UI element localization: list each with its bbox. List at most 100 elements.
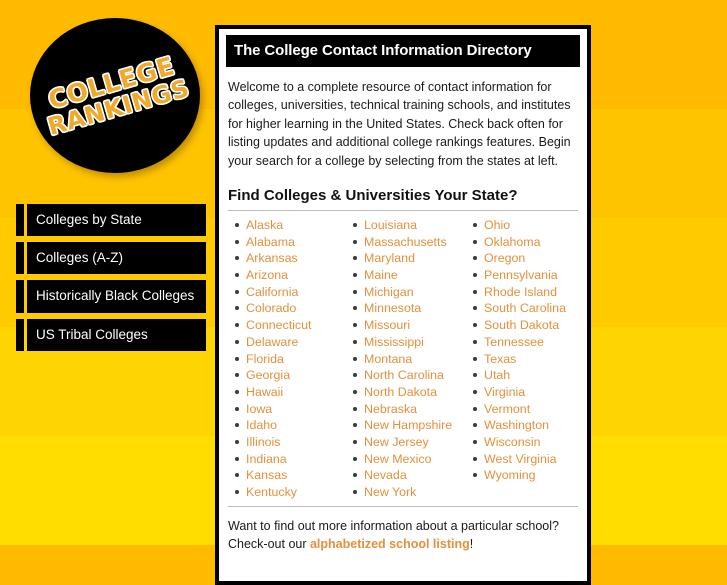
state-link[interactable]: Arizona	[246, 268, 288, 282]
state-list-item[interactable]: Alabama	[235, 234, 344, 250]
state-list-item[interactable]: New York	[353, 484, 464, 500]
state-link[interactable]: Tennessee	[484, 335, 544, 349]
state-list-item[interactable]: New Hampshire	[353, 417, 464, 433]
state-list-item[interactable]: North Carolina	[353, 367, 464, 383]
state-link[interactable]: Missouri	[364, 318, 410, 332]
state-link[interactable]: West Virginia	[484, 452, 557, 466]
state-list-item[interactable]: Texas	[473, 351, 584, 367]
state-link[interactable]: Kentucky	[246, 485, 297, 499]
state-list-item[interactable]: Wisconsin	[473, 434, 584, 450]
state-list-item[interactable]: Pennsylvania	[473, 267, 584, 283]
sidebar-item-colleges-a-z[interactable]: Colleges (A-Z)	[16, 242, 206, 274]
state-list-item[interactable]: Virginia	[473, 384, 584, 400]
state-list-item[interactable]: Idaho	[235, 417, 344, 433]
state-list-item[interactable]: Minnesota	[353, 300, 464, 316]
state-list-item[interactable]: Nebraska	[353, 401, 464, 417]
state-list-item[interactable]: Hawaii	[235, 384, 344, 400]
state-link[interactable]: Idaho	[246, 418, 277, 432]
state-link[interactable]: Iowa	[246, 402, 272, 416]
state-link[interactable]: Arkansas	[246, 251, 298, 265]
state-link[interactable]: New Mexico	[364, 452, 431, 466]
state-link[interactable]: Maryland	[364, 251, 415, 265]
state-link[interactable]: Rhode Island	[484, 285, 557, 299]
state-link[interactable]: Alaska	[246, 218, 283, 232]
state-list-item[interactable]: Iowa	[235, 401, 344, 417]
state-link[interactable]: Florida	[246, 352, 284, 366]
state-link[interactable]: Illinois	[246, 435, 280, 449]
state-list-item[interactable]: Maryland	[353, 250, 464, 266]
state-list-item[interactable]: Wyoming	[473, 467, 584, 483]
state-list-item[interactable]: Michigan	[353, 284, 464, 300]
state-link[interactable]: Mississippi	[364, 335, 424, 349]
state-list-item[interactable]: Oregon	[473, 250, 584, 266]
state-link[interactable]: Washington	[484, 418, 549, 432]
state-link[interactable]: Utah	[484, 368, 510, 382]
state-link[interactable]: Michigan	[364, 285, 414, 299]
state-link[interactable]: Alabama	[246, 235, 295, 249]
state-list-item[interactable]: New Jersey	[353, 434, 464, 450]
state-list-item[interactable]: Kansas	[235, 467, 344, 483]
state-link[interactable]: Nevada	[364, 468, 407, 482]
state-list-item[interactable]: Georgia	[235, 367, 344, 383]
state-list-item[interactable]: Louisiana	[353, 217, 464, 233]
state-link[interactable]: South Dakota	[484, 318, 559, 332]
state-link[interactable]: Texas	[484, 352, 516, 366]
state-link[interactable]: Maine	[364, 268, 398, 282]
sidebar-item-us-tribal-colleges[interactable]: US Tribal Colleges	[16, 319, 206, 351]
state-list-item[interactable]: Washington	[473, 417, 584, 433]
state-list-item[interactable]: Arkansas	[235, 250, 344, 266]
state-link[interactable]: Virginia	[484, 385, 525, 399]
state-link[interactable]: Montana	[364, 352, 412, 366]
state-link[interactable]: Oregon	[484, 251, 525, 265]
state-list-item[interactable]: Nevada	[353, 467, 464, 483]
state-link[interactable]: Colorado	[246, 301, 296, 315]
state-list-item[interactable]: California	[235, 284, 344, 300]
state-link[interactable]: Delaware	[246, 335, 298, 349]
state-link[interactable]: California	[246, 285, 298, 299]
state-list-item[interactable]: Oklahoma	[473, 234, 584, 250]
state-list-item[interactable]: Utah	[473, 367, 584, 383]
state-link[interactable]: New Hampshire	[364, 418, 452, 432]
state-link[interactable]: North Dakota	[364, 385, 437, 399]
state-list-item[interactable]: Mississippi	[353, 334, 464, 350]
state-link[interactable]: New Jersey	[364, 435, 429, 449]
state-link[interactable]: North Carolina	[364, 368, 444, 382]
state-list-item[interactable]: North Dakota	[353, 384, 464, 400]
state-list-item[interactable]: New Mexico	[353, 451, 464, 467]
state-link[interactable]: Wisconsin	[484, 435, 540, 449]
alphabetized-school-listing-link[interactable]: alphabetized school listing	[310, 537, 470, 551]
state-link[interactable]: Hawaii	[246, 385, 283, 399]
state-link[interactable]: Ohio	[484, 218, 510, 232]
state-list-item[interactable]: Rhode Island	[473, 284, 584, 300]
state-list-item[interactable]: Missouri	[353, 317, 464, 333]
site-logo[interactable]: COLLEGE RANKINGS	[30, 18, 200, 173]
state-list-item[interactable]: Vermont	[473, 401, 584, 417]
state-list-item[interactable]: Delaware	[235, 334, 344, 350]
state-link[interactable]: Kansas	[246, 468, 287, 482]
state-link[interactable]: Minnesota	[364, 301, 421, 315]
state-list-item[interactable]: Kentucky	[235, 484, 344, 500]
state-list-item[interactable]: West Virginia	[473, 451, 584, 467]
sidebar-item-historically-black-colleges[interactable]: Historically Black Colleges	[16, 280, 206, 313]
state-list-item[interactable]: Alaska	[235, 217, 344, 233]
state-list-item[interactable]: South Carolina	[473, 300, 584, 316]
state-list-item[interactable]: Connecticut	[235, 317, 344, 333]
state-link[interactable]: Nebraska	[364, 402, 417, 416]
state-list-item[interactable]: Florida	[235, 351, 344, 367]
state-link[interactable]: Louisiana	[364, 218, 417, 232]
state-list-item[interactable]: Arizona	[235, 267, 344, 283]
state-list-item[interactable]: Ohio	[473, 217, 584, 233]
state-link[interactable]: Massachusetts	[364, 235, 447, 249]
state-list-item[interactable]: Indiana	[235, 451, 344, 467]
sidebar-item-colleges-by-state[interactable]: Colleges by State	[16, 204, 206, 236]
state-list-item[interactable]: Maine	[353, 267, 464, 283]
state-list-item[interactable]: Illinois	[235, 434, 344, 450]
state-list-item[interactable]: Colorado	[235, 300, 344, 316]
state-link[interactable]: Georgia	[246, 368, 290, 382]
state-link[interactable]: Wyoming	[484, 468, 536, 482]
state-link[interactable]: South Carolina	[484, 301, 566, 315]
state-link[interactable]: Pennsylvania	[484, 268, 558, 282]
state-list-item[interactable]: Montana	[353, 351, 464, 367]
state-link[interactable]: Oklahoma	[484, 235, 540, 249]
state-list-item[interactable]: Massachusetts	[353, 234, 464, 250]
